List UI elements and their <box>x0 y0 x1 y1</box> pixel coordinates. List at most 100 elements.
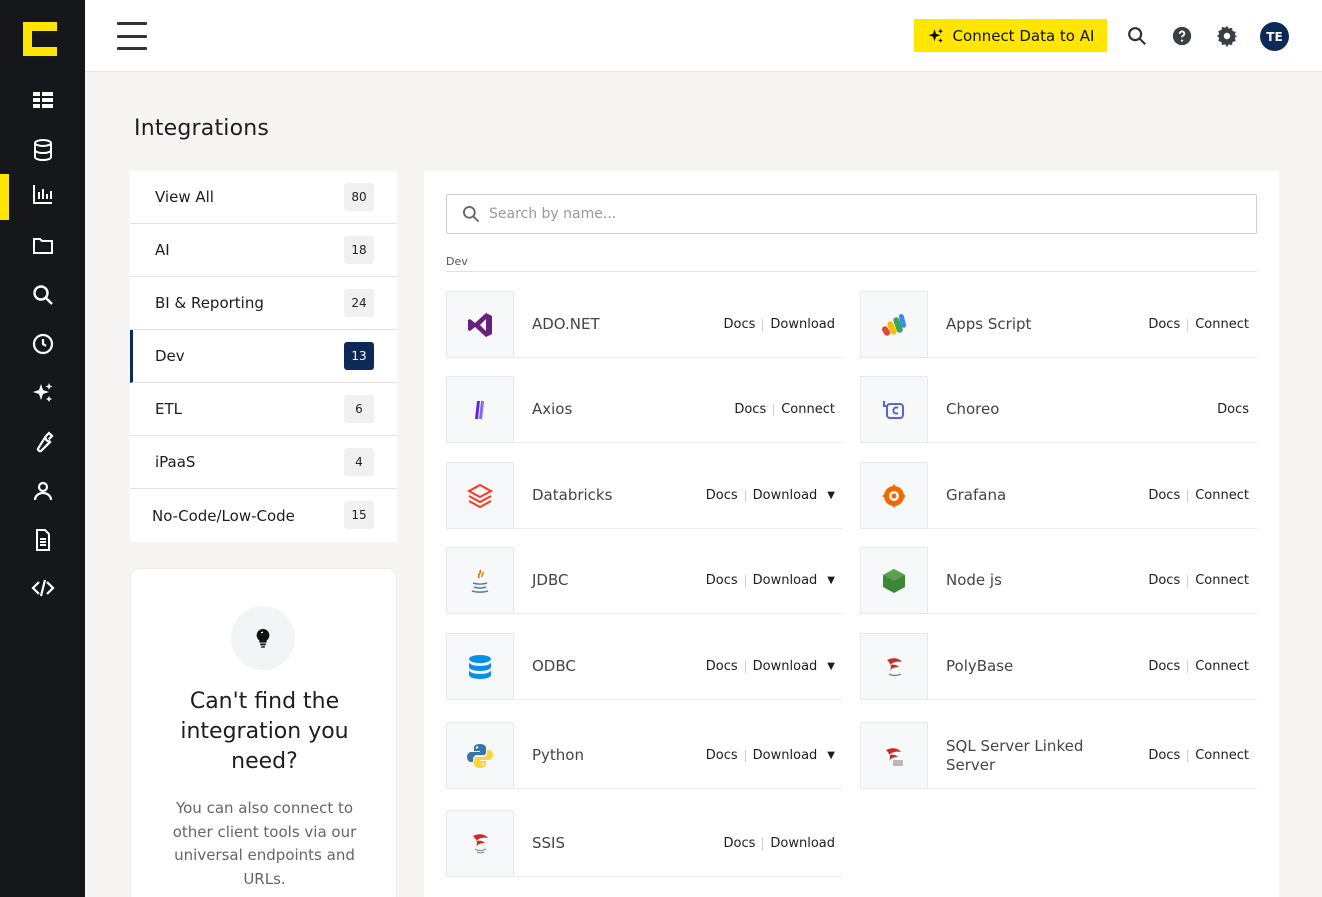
rail-search-icon[interactable] <box>0 275 85 315</box>
integration-name: Axios <box>532 400 573 418</box>
rail-document-icon[interactable] <box>0 520 85 560</box>
category-count-badge: 13 <box>344 342 374 370</box>
download-link[interactable]: Download <box>770 317 835 332</box>
action-separator <box>1187 574 1189 587</box>
download-link[interactable]: Download <box>753 488 818 503</box>
integration-card-databricks[interactable]: Databricks Docs Download ▼ <box>446 462 843 529</box>
lightbulb-icon <box>231 606 295 670</box>
grafana-icon <box>860 462 928 529</box>
action-separator <box>744 660 746 673</box>
category-dev[interactable]: Dev 13 <box>130 330 397 383</box>
integration-card-choreo[interactable]: Choreo Docs <box>860 376 1257 443</box>
docs-link[interactable]: Docs <box>1148 748 1180 763</box>
integration-name: ODBC <box>532 657 576 675</box>
integration-name: Node js <box>946 571 1002 589</box>
category-label: Dev <box>155 347 185 365</box>
chevron-down-icon[interactable]: ▼ <box>827 490 835 501</box>
integration-card-ado-net[interactable]: ADO.NET Docs Download <box>446 291 843 358</box>
avatar[interactable]: TE <box>1260 22 1289 51</box>
chevron-down-icon[interactable]: ▼ <box>827 575 835 586</box>
category-list: View All 80 AI 18 BI & Reporting 24 Dev … <box>130 171 397 542</box>
action-separator <box>744 489 746 502</box>
integration-card-grafana[interactable]: Grafana Docs Connect <box>860 462 1257 529</box>
action-separator <box>1187 489 1189 502</box>
search-input[interactable] <box>489 206 1229 222</box>
integration-name: SSIS <box>532 834 565 852</box>
nodejs-icon <box>860 547 928 614</box>
docs-link[interactable]: Docs <box>706 659 738 674</box>
docs-link[interactable]: Docs <box>723 836 755 851</box>
docs-link[interactable]: Docs <box>706 488 738 503</box>
docs-link[interactable]: Docs <box>734 402 766 417</box>
docs-link[interactable]: Docs <box>1148 488 1180 503</box>
integration-name: Python <box>532 746 584 764</box>
rail-user-icon[interactable] <box>0 471 85 511</box>
integration-name: JDBC <box>532 571 569 589</box>
category-ai[interactable]: AI 18 <box>130 224 397 277</box>
docs-link[interactable]: Docs <box>706 748 738 763</box>
docs-link[interactable]: Docs <box>1217 402 1249 417</box>
help-text: You can also connect to other client too… <box>172 799 357 888</box>
docs-link[interactable]: Docs <box>1148 659 1180 674</box>
integration-card-ssis[interactable]: SSIS Docs Download <box>446 810 843 877</box>
connect-link[interactable]: Connect <box>1195 488 1249 503</box>
rail-folder-icon[interactable] <box>0 226 85 266</box>
chevron-down-icon[interactable]: ▼ <box>827 661 835 672</box>
settings-gear-icon[interactable] <box>1215 24 1239 48</box>
help-icon[interactable] <box>1170 24 1194 48</box>
connect-link[interactable]: Connect <box>1195 573 1249 588</box>
integration-card-polybase[interactable]: PolyBase Docs Connect <box>860 633 1257 700</box>
search-icon <box>463 206 480 223</box>
choreo-icon <box>860 376 928 443</box>
docs-link[interactable]: Docs <box>1148 573 1180 588</box>
integration-card-python[interactable]: Python Docs Download ▼ <box>446 722 843 789</box>
download-link[interactable]: Download <box>770 836 835 851</box>
rail-code-icon[interactable] <box>0 568 85 608</box>
section-label: Dev <box>446 255 468 268</box>
download-link[interactable]: Download <box>753 659 818 674</box>
chevron-down-icon[interactable]: ▼ <box>827 750 835 761</box>
category-count-badge: 4 <box>344 448 374 476</box>
search-box <box>446 194 1257 234</box>
rail-wrench-icon[interactable] <box>0 422 85 462</box>
action-separator <box>762 837 764 850</box>
integration-card-sql-server-linked-server[interactable]: SQL Server Linked Server Docs Connect <box>860 722 1257 789</box>
left-navigation-rail <box>0 0 85 897</box>
category-view-all[interactable]: View All 80 <box>130 171 397 224</box>
connect-data-to-ai-button[interactable]: Connect Data to AI <box>914 19 1107 52</box>
integration-card-odbc[interactable]: ODBC Docs Download ▼ <box>446 633 843 700</box>
docs-link[interactable]: Docs <box>706 573 738 588</box>
category-etl[interactable]: ETL 6 <box>130 383 397 436</box>
rail-history-icon[interactable] <box>0 324 85 364</box>
integration-card-apps-script[interactable]: Apps Script Docs Connect <box>860 291 1257 358</box>
sql-server-icon <box>860 633 928 700</box>
integration-name: Apps Script <box>946 315 1032 333</box>
rail-database-icon[interactable] <box>0 130 85 170</box>
app-logo-icon[interactable] <box>23 22 57 56</box>
connect-link[interactable]: Connect <box>1195 659 1249 674</box>
integration-name: ADO.NET <box>532 315 600 333</box>
docs-link[interactable]: Docs <box>723 317 755 332</box>
odbc-database-icon <box>446 633 514 700</box>
docs-link[interactable]: Docs <box>1148 317 1180 332</box>
category-bi-reporting[interactable]: BI & Reporting 24 <box>130 277 397 330</box>
integration-card-jdbc[interactable]: JDBC Docs Download ▼ <box>446 547 843 614</box>
rail-dashboard-icon[interactable] <box>0 80 85 120</box>
category-no-code-low-code[interactable]: No-Code/Low-Code 15 <box>130 489 397 542</box>
category-count-badge: 24 <box>344 289 374 317</box>
connect-link[interactable]: Connect <box>1195 748 1249 763</box>
connect-link[interactable]: Connect <box>1195 317 1249 332</box>
rail-bar-chart-icon[interactable] <box>0 174 85 220</box>
menu-icon[interactable] <box>117 22 147 50</box>
download-link[interactable]: Download <box>753 748 818 763</box>
action-separator <box>744 574 746 587</box>
help-card: Can't find the integration you need? You… <box>130 568 397 897</box>
category-ipaas[interactable]: iPaaS 4 <box>130 436 397 489</box>
search-icon[interactable] <box>1125 24 1149 48</box>
rail-sparkles-icon[interactable] <box>0 373 85 413</box>
integration-card-node-js[interactable]: Node js Docs Connect <box>860 547 1257 614</box>
connect-link[interactable]: Connect <box>781 402 835 417</box>
integration-card-axios[interactable]: Axios Docs Connect <box>446 376 843 443</box>
category-count-badge: 15 <box>344 501 374 529</box>
download-link[interactable]: Download <box>753 573 818 588</box>
